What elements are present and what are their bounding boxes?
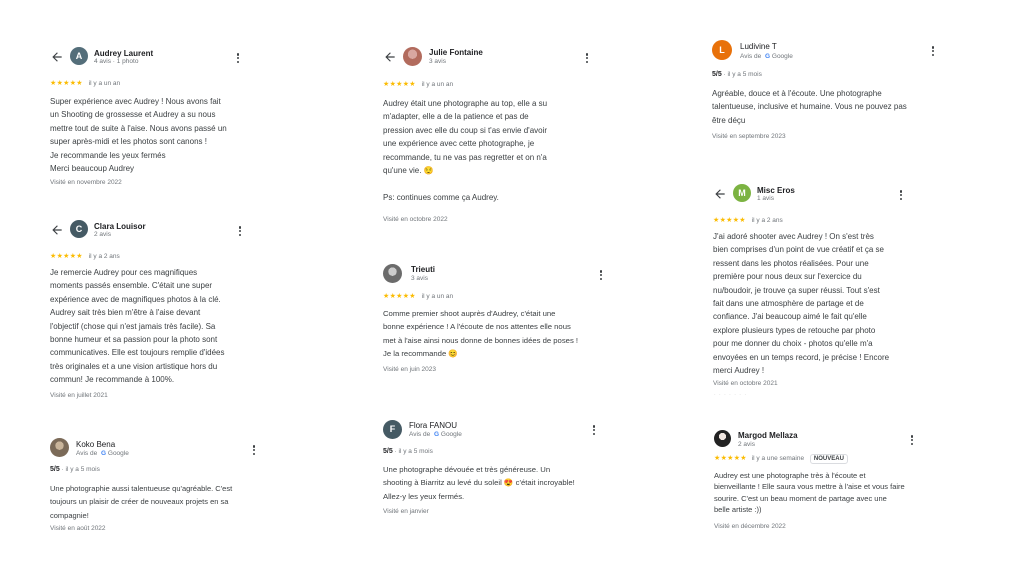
rating-row: 5/5 · il y a 5 mois [712, 71, 762, 78]
visit-date: Visité en octobre 2022 [383, 216, 448, 223]
review-text: J'ai adoré shooter avec Audrey ! On s'es… [713, 232, 890, 376]
divider: · · · · · · · [714, 392, 747, 398]
google-icon: G [765, 53, 771, 60]
review-text: Audrey était une photographe au top, ell… [383, 99, 548, 202]
reviewer-name[interactable]: Trieuti [411, 265, 435, 274]
new-badge: NOUVEAU [809, 454, 848, 464]
more-options-icon[interactable] [910, 433, 914, 447]
score: 5/5 [712, 71, 722, 78]
visit-date: Visité en décembre 2022 [714, 523, 786, 530]
more-options-icon[interactable] [931, 44, 935, 58]
avatar [714, 430, 731, 447]
review-text: Je remercie Audrey pour ces magnifiques … [50, 268, 225, 385]
rating-row: 5/5 · il y a 5 mois [383, 448, 433, 455]
review-time: il y a 2 ans [751, 217, 783, 224]
rating-row: ★★★★★ il y a une semaine NOUVEAU [714, 454, 848, 464]
visit-date: Visité en octobre 2021 [713, 380, 778, 387]
review-time: il y a 5 mois [727, 71, 762, 78]
review-source-label: Avis de [740, 53, 762, 60]
avatar: M [733, 184, 751, 202]
reviewer-meta: Avis de G Google [409, 431, 462, 438]
avatar: F [383, 420, 402, 439]
review-time: il y a un an [88, 80, 121, 87]
avatar: L [712, 40, 732, 60]
google-icon: G [434, 431, 440, 438]
review-time: il y a un an [421, 81, 454, 88]
star-rating: ★★★★★ [714, 455, 747, 462]
reviewer-meta: Avis de G Google [76, 450, 129, 457]
rating-row: ★★★★★ il y a un an [50, 79, 120, 87]
more-options-icon[interactable] [899, 188, 903, 202]
reviewer-name[interactable]: Misc Eros [757, 186, 795, 195]
review-time: il y a un an [421, 293, 454, 300]
review-source-label: Avis de [409, 431, 431, 438]
rating-row: ★★★★★ il y a 2 ans [713, 216, 783, 224]
review-text: Comme premier shoot auprès d'Audrey, c'é… [383, 309, 579, 359]
more-options-icon[interactable] [252, 443, 256, 457]
reviewer-name[interactable]: Koko Bena [76, 440, 115, 449]
visit-date: Visité en novembre 2022 [50, 179, 122, 186]
more-options-icon[interactable] [599, 268, 603, 282]
rating-row: ★★★★★ il y a un an [383, 292, 453, 300]
reviewer-name[interactable]: Julie Fontaine [429, 48, 483, 57]
more-options-icon[interactable] [585, 51, 589, 65]
review-text: Agréable, douce et à l'écoute. Une photo… [712, 89, 907, 125]
reviewer-name[interactable]: Flora FANOU [409, 421, 457, 430]
rating-row: ★★★★★ il y a 2 ans [50, 252, 120, 260]
score: 5/5 [50, 466, 60, 473]
back-arrow-icon[interactable] [50, 223, 64, 237]
visit-date: Visité en janvier [383, 508, 429, 515]
review-time: il y a une semaine [751, 455, 805, 462]
review-text: Super expérience avec Audrey ! Nous avon… [50, 97, 227, 174]
google-icon: G [101, 450, 107, 457]
star-rating: ★★★★★ [50, 253, 83, 260]
reviewer-name[interactable]: Audrey Laurent [94, 49, 153, 58]
more-options-icon[interactable] [592, 423, 596, 437]
star-rating: ★★★★★ [50, 80, 83, 87]
review-time: il y a 2 ans [88, 253, 120, 260]
review-time: il y a 5 mois [398, 448, 433, 455]
rating-row: ★★★★★ il y a un an [383, 80, 453, 88]
google-label: Google [107, 450, 129, 457]
review-source-label: Avis de [76, 450, 98, 457]
visit-date: Visité en septembre 2023 [712, 133, 786, 140]
google-label: Google [771, 53, 793, 60]
visit-date: Visité en juin 2023 [383, 366, 437, 373]
review-text: Une photographe dévouée et très généreus… [383, 465, 575, 501]
review-time: il y a 5 mois [65, 466, 100, 473]
more-options-icon[interactable] [236, 51, 240, 65]
star-rating: ★★★★★ [713, 217, 746, 224]
avatar [50, 438, 69, 457]
visit-date: Visité en juillet 2021 [50, 392, 108, 399]
reviewer-meta: Avis de G Google [740, 53, 793, 60]
avatar [383, 264, 402, 283]
back-arrow-icon[interactable] [713, 187, 727, 201]
star-rating: ★★★★★ [383, 293, 416, 300]
visit-date: Visité en août 2022 [50, 525, 106, 532]
reviewer-meta: 3 avis [411, 275, 428, 282]
rating-row: 5/5 · il y a 5 mois [50, 466, 100, 473]
back-arrow-icon[interactable] [50, 50, 64, 64]
review-text: Une photographie aussi talentueuse qu'ag… [50, 484, 233, 520]
reviewer-meta: 3 avis [429, 58, 446, 65]
avatar: C [70, 220, 88, 238]
star-rating: ★★★★★ [383, 81, 416, 88]
avatar [403, 47, 422, 66]
reviewer-name[interactable]: Clara Louisor [94, 222, 146, 231]
back-arrow-icon[interactable] [383, 50, 397, 64]
avatar: A [70, 47, 88, 65]
reviewer-name[interactable]: Ludivine T [740, 42, 777, 51]
reviewer-meta: 4 avis · 1 photo [94, 58, 139, 65]
reviewer-meta: 1 avis [757, 195, 774, 202]
reviewer-meta: 2 avis [738, 441, 755, 448]
reviewer-meta: 2 avis [94, 231, 111, 238]
more-options-icon[interactable] [238, 224, 242, 238]
score: 5/5 [383, 448, 393, 455]
review-text: Audrey est une photographe très à l'écou… [714, 471, 905, 514]
google-label: Google [440, 431, 462, 438]
reviewer-name[interactable]: Margod Mellaza [738, 431, 798, 440]
